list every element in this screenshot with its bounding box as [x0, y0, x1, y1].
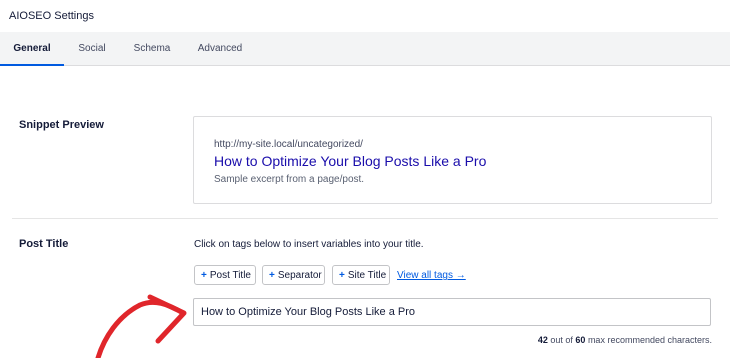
tab-general[interactable]: General — [0, 32, 64, 66]
page-title: AIOSEO Settings — [9, 10, 94, 22]
tag-label: Site Title — [347, 270, 387, 281]
char-count-max: 60 — [575, 335, 586, 345]
char-count-mid: out of — [550, 335, 573, 345]
post-title-input[interactable] — [193, 298, 711, 326]
tag-button-site-title[interactable]: + Site Title — [332, 265, 390, 285]
settings-header: AIOSEO Settings — [0, 0, 730, 32]
tag-button-separator[interactable]: + Separator — [262, 265, 325, 285]
snippet-title: How to Optimize Your Blog Posts Like a P… — [214, 153, 487, 169]
settings-page: AIOSEO Settings General Social Schema Ad… — [0, 0, 730, 358]
snippet-url: http://my-site.local/uncategorized/ — [214, 139, 363, 150]
plus-icon: + — [201, 270, 207, 281]
character-count: 42 out of 60 max recommended characters. — [538, 335, 712, 345]
tab-advanced[interactable]: Advanced — [184, 32, 256, 65]
post-title-help-text: Click on tags below to insert variables … — [194, 239, 424, 250]
char-count-end: max recommended characters. — [587, 335, 712, 345]
tab-social[interactable]: Social — [64, 32, 120, 65]
plus-icon: + — [269, 270, 275, 281]
tag-label: Separator — [277, 270, 322, 281]
tab-schema[interactable]: Schema — [120, 32, 184, 65]
tabs-bar: General Social Schema Advanced — [0, 32, 730, 66]
tag-button-post-title[interactable]: + Post Title — [194, 265, 256, 285]
view-all-tags-link[interactable]: View all tags → — [397, 270, 466, 281]
snippet-preview-label: Snippet Preview — [19, 119, 104, 131]
post-title-label: Post Title — [19, 238, 69, 250]
char-count-current: 42 — [537, 335, 548, 345]
snippet-description: Sample excerpt from a page/post. — [214, 174, 365, 185]
snippet-preview-box: http://my-site.local/uncategorized/ How … — [193, 116, 712, 204]
tag-label: Post Title — [209, 270, 251, 281]
plus-icon: + — [339, 270, 345, 281]
section-divider — [12, 218, 718, 219]
